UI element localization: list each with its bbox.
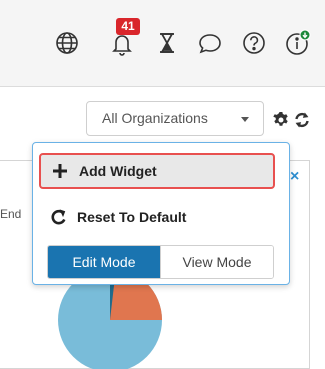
- close-icon[interactable]: ×: [290, 168, 299, 186]
- dashboard-screen: 41 × End All Organizations Add Widget Re…: [0, 0, 325, 369]
- organization-select[interactable]: All Organizations: [86, 101, 264, 136]
- reset-to-default-label: Reset To Default: [77, 209, 187, 225]
- gear-icon[interactable]: [272, 111, 290, 129]
- add-widget-button[interactable]: Add Widget: [39, 153, 275, 189]
- info-icon[interactable]: [283, 29, 311, 57]
- settings-dropdown-menu: Add Widget Reset To Default Edit Mode Vi…: [32, 142, 290, 285]
- hourglass-icon[interactable]: [153, 29, 181, 57]
- reset-arrow-icon: [49, 208, 67, 226]
- globe-icon[interactable]: [53, 29, 81, 57]
- top-navbar: 41: [0, 0, 325, 87]
- reset-to-default-button[interactable]: Reset To Default: [39, 199, 275, 235]
- caret-down-icon: [241, 117, 249, 122]
- widget-partial-label: End: [0, 207, 22, 221]
- chat-bubble-icon[interactable]: [196, 29, 224, 57]
- notification-badge: 41: [116, 18, 140, 35]
- refresh-icon[interactable]: [293, 111, 311, 129]
- view-mode-button[interactable]: View Mode: [160, 246, 273, 278]
- organization-select-value: All Organizations: [102, 110, 208, 126]
- edit-mode-button[interactable]: Edit Mode: [48, 246, 160, 278]
- mode-toggle-group: Edit Mode View Mode: [47, 245, 274, 279]
- plus-icon: [51, 162, 69, 180]
- add-widget-label: Add Widget: [79, 163, 157, 179]
- help-icon[interactable]: [240, 29, 268, 57]
